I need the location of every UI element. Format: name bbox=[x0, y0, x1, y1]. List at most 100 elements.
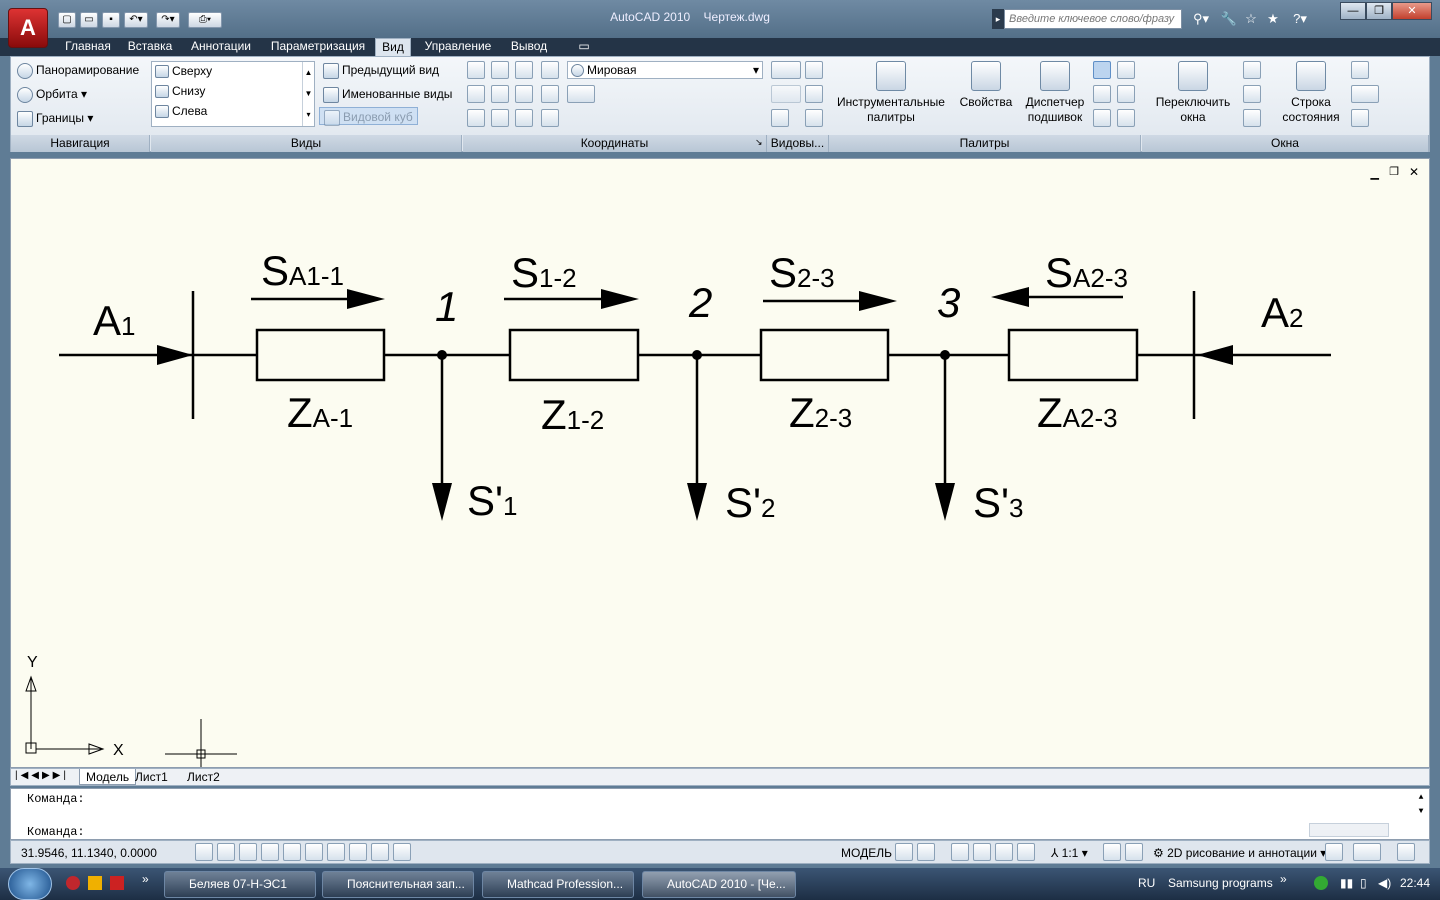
language-indicator[interactable]: RU bbox=[1138, 876, 1155, 890]
coordinate-readout[interactable]: 31.9546, 11.1340, 0.0000 bbox=[21, 846, 157, 860]
switch-windows-button[interactable]: Переключить окна bbox=[1147, 59, 1239, 133]
clean-screen-icon[interactable] bbox=[1117, 109, 1135, 127]
search-expand-icon[interactable]: ▸ bbox=[992, 9, 1004, 29]
view-item-left[interactable]: Слева bbox=[152, 102, 314, 120]
command-window[interactable]: Команда: Команда: ▲ ▼ bbox=[10, 788, 1430, 840]
minimize-window-button[interactable]: — bbox=[1340, 2, 1366, 20]
snap-icon[interactable] bbox=[195, 843, 213, 861]
pan-status-icon[interactable] bbox=[951, 843, 969, 861]
tab-output[interactable]: Вывод bbox=[504, 38, 554, 56]
command-hscrollbar[interactable] bbox=[1309, 823, 1389, 837]
power-icon[interactable]: ▯ bbox=[1360, 876, 1367, 890]
drawing-area[interactable]: ▁ ❐ ✕ A1 A2 SA1-1 S1-2 S2-3 SA2-3 1 2 3 … bbox=[10, 158, 1430, 768]
favorites-icon[interactable]: ★ bbox=[1264, 11, 1282, 27]
lineweight-icon[interactable] bbox=[371, 843, 389, 861]
viewport-join-icon[interactable] bbox=[805, 85, 823, 103]
panel-launcher-icon[interactable]: ↘ bbox=[755, 137, 763, 148]
tab-insert[interactable]: Вставка bbox=[122, 38, 178, 56]
views-list[interactable]: Сверху Снизу Слева ▲ ▼ ▾ bbox=[151, 61, 315, 127]
ucs-named-icon[interactable] bbox=[491, 61, 509, 79]
tile-horizontal-icon[interactable] bbox=[1243, 61, 1261, 79]
design-center-icon[interactable] bbox=[1117, 61, 1135, 79]
tab-layout1[interactable]: Лист1 bbox=[135, 770, 168, 784]
quicklaunch-more-icon[interactable]: » bbox=[142, 872, 149, 886]
cascade-icon[interactable] bbox=[1243, 109, 1261, 127]
quick-view-drawings-icon[interactable] bbox=[917, 843, 935, 861]
annotation-visibility-icon[interactable] bbox=[1103, 843, 1121, 861]
tab-annotate[interactable]: Аннотации bbox=[184, 38, 258, 56]
samsung-programs-toolbar[interactable]: Samsung programs bbox=[1168, 876, 1273, 890]
osnap-icon[interactable] bbox=[283, 843, 301, 861]
extents-button[interactable]: Границы ▾ bbox=[17, 109, 93, 127]
tab-home[interactable]: Главная bbox=[58, 38, 118, 56]
help-icon[interactable]: ?▾ bbox=[1286, 11, 1314, 27]
tab-manage[interactable]: Управление bbox=[418, 38, 498, 56]
layout-nav-arrows[interactable]: |◀◀▶▶| bbox=[15, 770, 69, 781]
workspace-switch[interactable]: ⚙ 2D рисование и аннотации ▾ bbox=[1153, 846, 1326, 860]
task-autocad[interactable]: AutoCAD 2010 - [Че... bbox=[642, 871, 796, 898]
status-bar-button[interactable]: Строка состояния bbox=[1273, 59, 1349, 133]
ucs-icon[interactable] bbox=[467, 61, 485, 79]
markup-icon[interactable] bbox=[1093, 85, 1111, 103]
clean-screen-toggle-icon[interactable] bbox=[1397, 843, 1415, 861]
quick-properties-icon[interactable] bbox=[393, 843, 411, 861]
view-item-bottom[interactable]: Снизу bbox=[152, 82, 314, 100]
orbit-button[interactable]: Орбита ▾ bbox=[17, 85, 87, 103]
ucs-previous-icon[interactable] bbox=[541, 61, 559, 79]
application-menu-button[interactable]: A bbox=[8, 8, 48, 48]
binoculars-icon[interactable]: ⚲▾ bbox=[1186, 11, 1216, 27]
viewport-clip-icon[interactable] bbox=[771, 85, 801, 103]
lock-ui-icon[interactable] bbox=[1351, 61, 1369, 79]
volume-icon[interactable]: ◀) bbox=[1378, 876, 1391, 890]
previous-view-button[interactable]: Предыдущий вид bbox=[323, 61, 439, 79]
annotation-scale[interactable]: ⅄ 1:1 ▾ bbox=[1051, 846, 1088, 860]
media-icon[interactable] bbox=[88, 876, 102, 890]
ucs-z-icon[interactable] bbox=[515, 85, 533, 103]
ucs-origin-icon[interactable] bbox=[541, 109, 559, 127]
ucs-3point-icon[interactable] bbox=[541, 85, 559, 103]
ucs-select[interactable]: Мировая ▾ bbox=[567, 61, 763, 79]
tab-view[interactable]: Вид bbox=[375, 38, 411, 56]
quick-view-layouts-icon[interactable] bbox=[895, 843, 913, 861]
communication-icon[interactable]: 🔧 bbox=[1218, 11, 1240, 27]
task-word[interactable]: Пояснительная зап... bbox=[322, 871, 474, 898]
palette-toggle-icon[interactable] bbox=[1093, 61, 1111, 79]
auto-scale-icon[interactable] bbox=[1125, 843, 1143, 861]
ui-lock-dropdown-icon[interactable] bbox=[1351, 85, 1379, 103]
favorites-star-icon[interactable]: ☆ bbox=[1242, 11, 1260, 27]
lock-icon[interactable] bbox=[1325, 843, 1343, 861]
pan-button[interactable]: Панорамирование bbox=[17, 61, 139, 79]
command-scrollbar[interactable]: ▲ ▼ bbox=[1415, 791, 1427, 821]
hardware-acceleration-icon[interactable] bbox=[1353, 843, 1381, 861]
ucs-face-icon[interactable] bbox=[515, 109, 533, 127]
viewport-restore-icon[interactable] bbox=[771, 109, 789, 127]
named-views-button[interactable]: Именованные виды bbox=[323, 85, 452, 103]
ucs-settings-icon[interactable] bbox=[567, 85, 595, 103]
tab-model[interactable]: Модель bbox=[79, 769, 137, 785]
network-icon[interactable]: ▮▮ bbox=[1340, 876, 1353, 890]
ucs-y-icon[interactable] bbox=[491, 85, 509, 103]
opera-icon[interactable] bbox=[66, 876, 80, 890]
polar-icon[interactable] bbox=[261, 843, 279, 861]
dyn-icon[interactable] bbox=[349, 843, 367, 861]
new-icon[interactable]: ▢ bbox=[58, 12, 76, 28]
showmotion-icon[interactable] bbox=[1017, 843, 1035, 861]
sheet-set-manager-button[interactable]: Диспетчер подшивок bbox=[1023, 59, 1087, 133]
tab-parametric[interactable]: Параметризация bbox=[266, 38, 370, 56]
restore-window-button[interactable]: ❐ bbox=[1366, 2, 1392, 20]
task-mathcad[interactable]: Mathcad Profession... bbox=[482, 871, 634, 898]
print-icon[interactable]: ⎙▾ bbox=[188, 12, 222, 28]
zoom-icon[interactable] bbox=[973, 843, 991, 861]
tool-palettes-button[interactable]: Инструментальные палитры bbox=[835, 59, 947, 133]
viewport-new-icon[interactable] bbox=[805, 61, 823, 79]
save-icon[interactable]: ▪ bbox=[102, 12, 120, 28]
close-window-button[interactable]: ✕ bbox=[1392, 2, 1432, 20]
calculator-icon[interactable] bbox=[1117, 85, 1135, 103]
otrack-icon[interactable] bbox=[305, 843, 323, 861]
grid-icon[interactable] bbox=[217, 843, 235, 861]
ucs-world-icon[interactable] bbox=[515, 61, 533, 79]
view-item-top[interactable]: Сверху bbox=[152, 62, 314, 80]
command-prompt[interactable]: Команда: bbox=[27, 825, 85, 839]
ucs-object-icon[interactable] bbox=[491, 109, 509, 127]
viewport-tile-icon[interactable] bbox=[805, 109, 823, 127]
